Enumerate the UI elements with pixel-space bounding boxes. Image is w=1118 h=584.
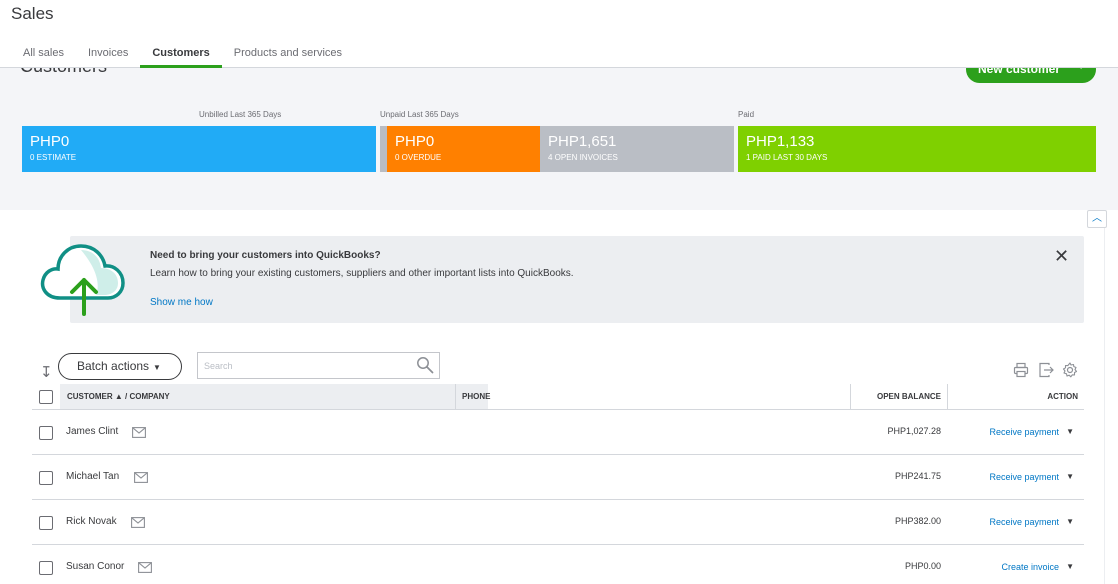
table-row[interactable]: James Clint PHP1,027.28 Receive payment …: [32, 410, 1084, 455]
banner-title: Need to bring your customers into QuickB…: [150, 250, 381, 261]
search-icon[interactable]: [416, 356, 434, 374]
column-divider: [850, 384, 851, 409]
unpaid-label: Unpaid Last 365 Days: [380, 110, 459, 119]
sort-arrow-icon[interactable]: ↧: [40, 363, 53, 381]
tab-customers[interactable]: Customers: [140, 42, 222, 68]
tab-all-sales[interactable]: All sales: [11, 42, 76, 68]
caret-down-icon: ▼: [153, 363, 161, 372]
gear-icon[interactable]: [1062, 362, 1078, 378]
banner-text: Learn how to bring your existing custome…: [150, 268, 574, 279]
estimate-amount: PHP0: [30, 133, 70, 150]
column-divider: [455, 384, 456, 409]
show-me-how-link[interactable]: Show me how: [150, 297, 213, 308]
phone-column-header[interactable]: PHONE: [462, 392, 490, 401]
estimate-band[interactable]: PHP0 0 ESTIMATE: [22, 126, 376, 172]
open-invoices-amount: PHP1,651: [548, 133, 617, 150]
tab-invoices[interactable]: Invoices: [76, 42, 140, 68]
chevron-down-icon[interactable]: ▼: [1076, 68, 1086, 72]
open-balance: PHP382.00: [894, 516, 941, 526]
mail-icon[interactable]: [131, 517, 145, 528]
overdue-band[interactable]: PHP0 0 OVERDUE: [387, 126, 540, 172]
section-heading: Customers: [20, 68, 107, 77]
page-title: Sales: [11, 4, 54, 23]
open-balance: PHP1,027.28: [887, 426, 941, 436]
close-icon[interactable]: ✕: [1054, 246, 1069, 267]
paid-count: 1 PAID LAST 30 DAYS: [746, 153, 828, 162]
customer-name[interactable]: James Clint: [66, 426, 118, 437]
caret-down-icon[interactable]: ▼: [1066, 562, 1074, 571]
import-customers-banner: Need to bring your customers into QuickB…: [70, 236, 1084, 323]
row-checkbox[interactable]: [39, 516, 53, 530]
cloud-upload-icon: [40, 244, 125, 316]
caret-down-icon[interactable]: ▼: [1066, 517, 1074, 526]
customer-name[interactable]: Rick Novak: [66, 516, 117, 527]
row-checkbox[interactable]: [39, 426, 53, 440]
table-header: CUSTOMER ▲ / COMPANY PHONE OPEN BALANCE …: [32, 384, 1084, 410]
mail-icon[interactable]: [132, 427, 146, 438]
open-balance: PHP0.00: [904, 561, 941, 571]
select-all-checkbox[interactable]: [39, 390, 53, 404]
new-customer-button[interactable]: New customer ▼: [966, 68, 1096, 83]
overdue-count: 0 OVERDUE: [395, 153, 442, 162]
open-balance-column-header[interactable]: OPEN BALANCE: [877, 392, 941, 401]
customer-name[interactable]: Michael Tan: [66, 471, 119, 482]
paid-label: Paid: [738, 110, 755, 119]
table-row[interactable]: Susan Conor PHP0.00 Create invoice ▼: [32, 545, 1084, 584]
table-row[interactable]: Michael Tan PHP241.75 Receive payment ▼: [32, 455, 1084, 500]
row-action-link[interactable]: Receive payment: [989, 427, 1059, 437]
export-icon[interactable]: [1038, 362, 1054, 378]
customer-name[interactable]: Susan Conor: [66, 561, 124, 572]
scrollbar-track: [1104, 228, 1105, 584]
open-balance: PHP241.75: [894, 471, 941, 481]
search-box: [197, 352, 440, 379]
unbilled-label: Unbilled Last 365 Days: [199, 110, 282, 119]
print-icon[interactable]: [1013, 362, 1029, 378]
paid-band[interactable]: PHP1,133 1 PAID LAST 30 DAYS: [738, 126, 1096, 172]
open-invoices-band[interactable]: PHP1,651 4 OPEN INVOICES: [540, 126, 734, 172]
customer-column-header[interactable]: CUSTOMER ▲ / COMPANY: [67, 392, 170, 401]
row-checkbox[interactable]: [39, 471, 53, 485]
chevron-up-icon: ︿: [1092, 213, 1102, 224]
column-divider: [947, 384, 948, 409]
estimate-count: 0 ESTIMATE: [30, 153, 77, 162]
app-header: Sales All sales Invoices Customers Produ…: [0, 0, 1118, 68]
search-input[interactable]: [198, 354, 398, 377]
batch-actions-button[interactable]: Batch actions ▼: [58, 353, 182, 380]
row-checkbox[interactable]: [39, 561, 53, 575]
tab-products-and-services[interactable]: Products and services: [222, 42, 354, 68]
row-action-link[interactable]: Receive payment: [989, 472, 1059, 482]
mail-icon[interactable]: [134, 472, 148, 483]
caret-down-icon[interactable]: ▼: [1066, 427, 1074, 436]
caret-down-icon[interactable]: ▼: [1066, 472, 1074, 481]
table-row[interactable]: Rick Novak PHP382.00 Receive payment ▼: [32, 500, 1084, 545]
overdue-amount: PHP0: [395, 133, 435, 150]
new-customer-label: New customer: [978, 68, 1061, 76]
row-action-link[interactable]: Receive payment: [989, 517, 1059, 527]
row-action-link[interactable]: Create invoice: [1001, 562, 1059, 572]
paid-amount: PHP1,133: [746, 133, 815, 150]
mail-icon[interactable]: [138, 562, 152, 573]
collapse-summary-button[interactable]: ︿: [1087, 210, 1107, 228]
batch-actions-label: Batch actions: [77, 359, 150, 373]
money-bar-section: Customers New customer ▼ Unbilled Last 3…: [0, 68, 1118, 210]
action-column-header: ACTION: [1047, 392, 1078, 401]
open-invoices-count: 4 OPEN INVOICES: [548, 153, 618, 162]
unpaid-divider: [380, 126, 387, 172]
sales-tabs: All sales Invoices Customers Products an…: [11, 42, 354, 68]
